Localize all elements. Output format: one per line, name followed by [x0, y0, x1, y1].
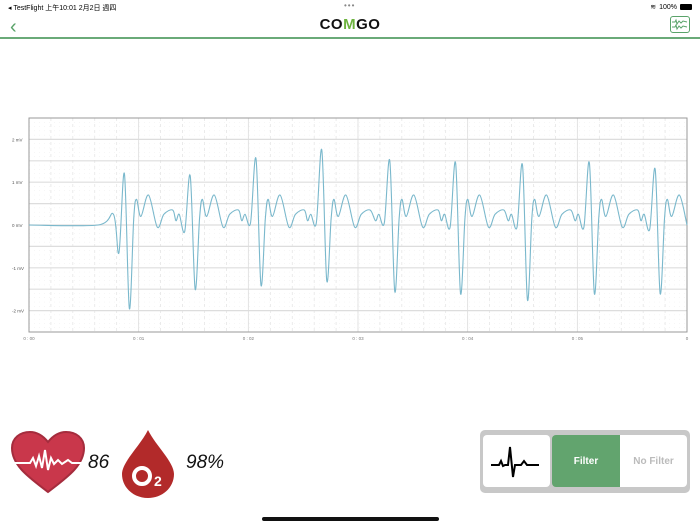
x-tick-label: 0	[686, 336, 689, 341]
comgo-logo: COMGO	[0, 16, 700, 33]
heart-rate-value: 86	[88, 452, 110, 473]
multitask-dots[interactable]: •••	[344, 1, 355, 10]
heartbeat-icon	[491, 446, 539, 478]
svg-text:2: 2	[154, 473, 162, 489]
x-tick-label: 0 : 02	[243, 336, 255, 341]
spo2-value: 98%	[186, 452, 225, 473]
nav-bar: ‹ COMGO	[0, 13, 700, 39]
x-tick-label: 0 : 03	[352, 336, 364, 341]
logo-part: CO	[319, 16, 344, 33]
status-left: ◂ TestFlight 上午10:01 2月2日 週四	[8, 5, 117, 12]
filter-option[interactable]: Filter	[552, 435, 620, 487]
x-tick-label: 0 : 04	[462, 336, 474, 341]
logo-part: GO	[356, 16, 381, 33]
no-filter-option[interactable]: No Filter	[620, 435, 687, 487]
status-bar: ◂ TestFlight 上午10:01 2月2日 週四 ••• ≋ 100%	[0, 0, 700, 13]
filter-control: Filter No Filter	[480, 430, 690, 493]
status-right: ≋ 100%	[650, 3, 692, 11]
x-tick-label: 0 : 05	[572, 336, 584, 341]
logo-part: M	[343, 16, 357, 33]
y-tick-label: 0 mV	[12, 223, 23, 228]
y-tick-label: -2 mV	[12, 309, 24, 314]
wifi-icon: ≋	[650, 4, 657, 11]
y-tick-label: 1 mV	[12, 180, 23, 185]
heart-rate-icon	[10, 430, 86, 494]
battery-text: 100%	[659, 3, 677, 11]
battery-icon	[680, 4, 692, 10]
ecg-chart: 2 mV 1 mV 0 mV -1 mV -2 mV 0 : 00 0 : 01 0 : 02…	[12, 117, 689, 341]
x-tick-label: 0 : 01	[133, 336, 145, 341]
y-tick-label: -1 mV	[12, 266, 24, 271]
x-tick-label: 0 : 00	[23, 336, 35, 341]
y-tick-label: 2 mV	[12, 137, 23, 142]
ecg-wave-icon	[672, 18, 688, 31]
spo2-drop-icon: 2	[122, 430, 174, 498]
ecg-view-button[interactable]	[670, 16, 690, 33]
ecg-preview-button[interactable]	[483, 435, 550, 487]
home-indicator[interactable]	[262, 517, 439, 521]
